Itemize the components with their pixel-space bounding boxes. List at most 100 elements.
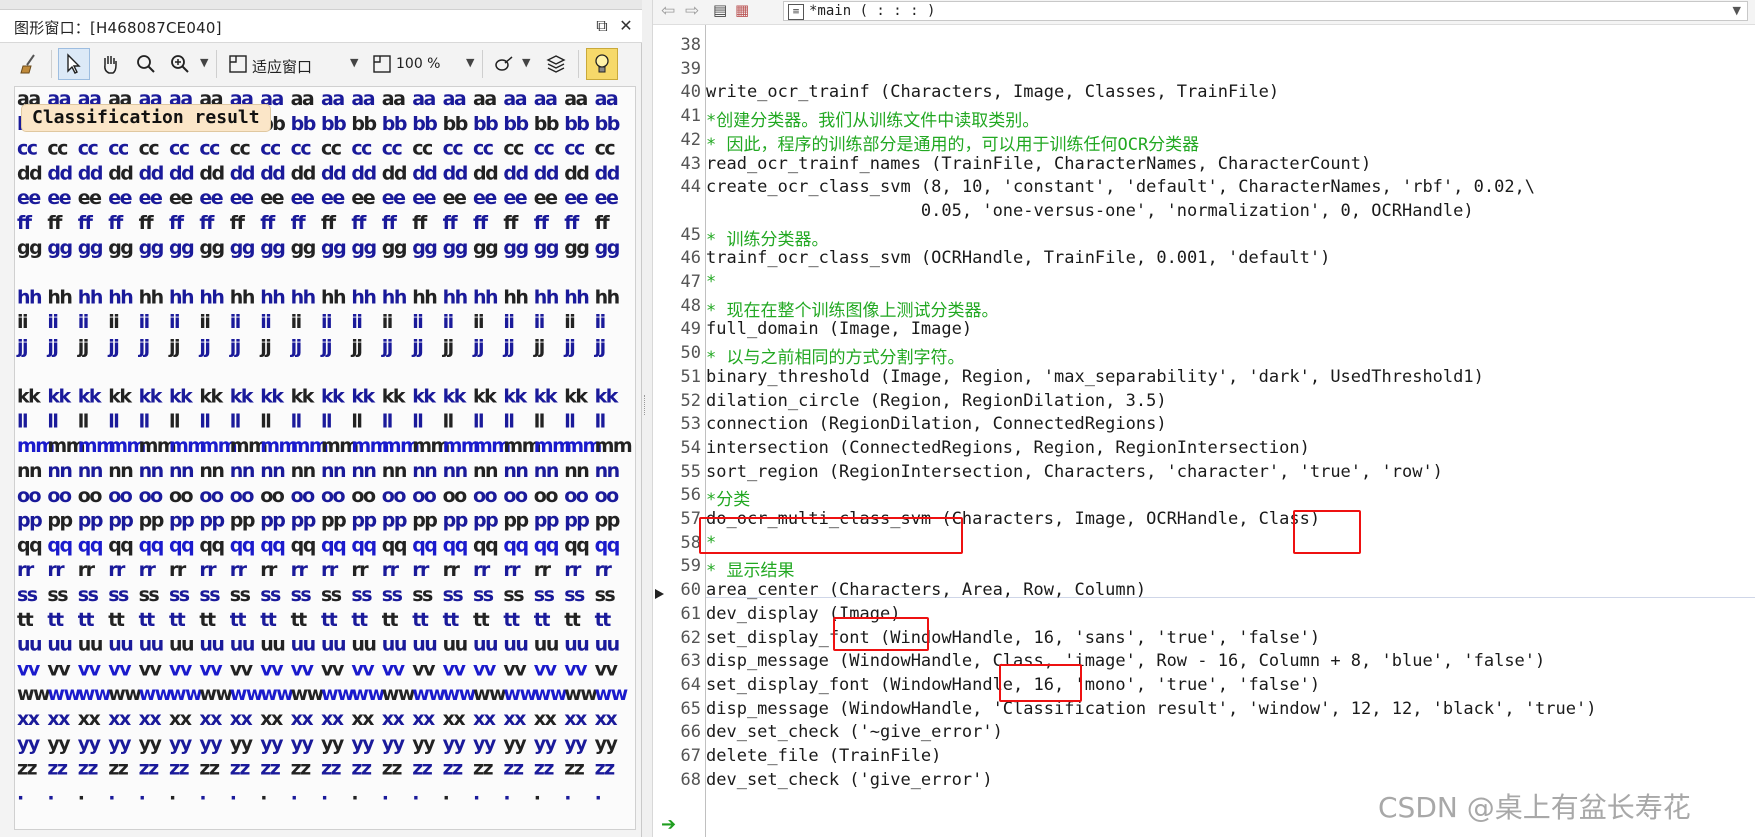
line-number[interactable]: 57: [653, 509, 701, 529]
ocr-glyph: pp: [595, 510, 620, 532]
line-number[interactable]: 59: [653, 556, 701, 576]
code-comment[interactable]: * 显示结果: [706, 556, 794, 581]
code-comment[interactable]: * 训练分类器。: [706, 225, 828, 250]
zoom-percent-icon[interactable]: [366, 48, 398, 80]
code-line[interactable]: read_ocr_trainf_names (TrainFile, Charac…: [706, 154, 1371, 174]
line-number[interactable]: 46: [653, 248, 701, 268]
back-arrow-icon[interactable]: ⇦: [661, 1, 675, 21]
line-number[interactable]: 66: [653, 722, 701, 742]
ocr-glyph: ii: [503, 311, 513, 333]
code-comment[interactable]: *: [706, 272, 716, 292]
line-number[interactable]: 68: [653, 770, 701, 790]
fit-window-label[interactable]: 适应窗口: [252, 56, 312, 77]
ocr-glyph: nn: [321, 460, 346, 482]
close-icon[interactable]: ✕: [616, 16, 636, 36]
fit-dropdown-arrow-icon[interactable]: ▼: [350, 56, 358, 69]
code-comment[interactable]: *分类: [706, 485, 750, 510]
code-line[interactable]: dev_set_check ('~give_error'): [706, 722, 1003, 742]
pane-splitter[interactable]: [642, 0, 653, 837]
code-line[interactable]: intersection (ConnectedRegions, Region, …: [706, 438, 1310, 458]
zoom-dropdown-arrow-icon[interactable]: ▼: [200, 56, 208, 69]
ocr-glyph: .: [382, 782, 388, 804]
ocr-glyph: vv: [443, 658, 467, 680]
zoom-in-icon[interactable]: [164, 48, 196, 80]
code-line[interactable]: 0.05, 'one-versus-one', 'normalization',…: [706, 201, 1474, 221]
line-number[interactable]: 61: [653, 604, 701, 624]
undock-icon[interactable]: ⧉: [592, 16, 612, 36]
code-line[interactable]: binary_threshold (Image, Region, 'max_se…: [706, 367, 1484, 387]
code-line[interactable]: trainf_ocr_class_svm (OCRHandle, TrainFi…: [706, 248, 1330, 268]
procedure-list-icon[interactable]: ▤: [713, 1, 727, 19]
line-number[interactable]: 40: [653, 82, 701, 102]
ocr-glyph: jj: [350, 336, 361, 358]
procedure-select[interactable]: ≡ *main ( : : : ) ▼: [783, 1, 1748, 21]
code-comment[interactable]: * 因此，程序的训练部分是通用的，可以用于训练任何OCR分类器: [706, 130, 1199, 155]
lightbulb-icon[interactable]: [586, 48, 618, 80]
fit-window-icon[interactable]: [222, 48, 254, 80]
line-number[interactable]: 41: [653, 106, 701, 126]
code-comment[interactable]: * 现在在整个训练图像上测试分类器。: [706, 296, 998, 321]
code-line[interactable]: create_ocr_class_svm (8, 10, 'constant',…: [706, 177, 1535, 197]
line-number[interactable]: 51: [653, 367, 701, 387]
line-number[interactable]: 47: [653, 272, 701, 292]
graphics-window-titlebar[interactable]: 图形窗口：[H468087CE040] ⧉ ✕: [0, 10, 642, 43]
line-number[interactable]: 45: [653, 225, 701, 245]
line-number[interactable]: 60: [653, 580, 701, 600]
clear-window-icon[interactable]: [14, 48, 46, 80]
ocr-glyph: zz: [321, 758, 342, 780]
forward-arrow-icon[interactable]: ⇨: [685, 1, 699, 21]
ocr-glyph: aa: [351, 88, 374, 110]
code-line[interactable]: area_center (Characters, Area, Row, Colu…: [706, 580, 1146, 600]
zoom-value[interactable]: 100 %: [396, 56, 440, 72]
line-number[interactable]: 56: [653, 485, 701, 505]
code-comment[interactable]: *创建分类器。我们从训练文件中读取类别。: [706, 106, 1039, 131]
hand-pan-icon[interactable]: [94, 48, 126, 80]
line-number[interactable]: 62: [653, 628, 701, 648]
splitter-grip[interactable]: [644, 395, 649, 415]
line-number[interactable]: 44: [653, 177, 701, 197]
code-line[interactable]: write_ocr_trainf (Characters, Image, Cla…: [706, 82, 1279, 102]
line-number[interactable]: 54: [653, 438, 701, 458]
pointer-icon[interactable]: [58, 48, 90, 80]
draw-shape-icon[interactable]: [488, 48, 520, 80]
zoom-value-dropdown-arrow-icon[interactable]: ▼: [466, 56, 474, 69]
magnifier-icon[interactable]: [130, 48, 162, 80]
code-line[interactable]: dev_set_check ('give_error'): [706, 770, 993, 790]
code-comment[interactable]: * 以与之前相同的方式分割字符。: [706, 343, 964, 368]
line-number[interactable]: 48: [653, 296, 701, 316]
code-line[interactable]: delete_file (TrainFile): [706, 746, 941, 766]
line-number[interactable]: 65: [653, 699, 701, 719]
layers-icon[interactable]: [540, 48, 572, 80]
code-line[interactable]: full_domain (Image, Image): [706, 319, 972, 339]
line-number[interactable]: 58: [653, 533, 701, 553]
line-number[interactable]: 43: [653, 154, 701, 174]
ocr-glyph: ff: [443, 212, 459, 234]
line-number[interactable]: 50: [653, 343, 701, 363]
ocr-glyph: cc: [534, 138, 554, 160]
code-line[interactable]: set_display_font (WindowHandle, 16, 'san…: [706, 628, 1320, 648]
code-line[interactable]: connection (RegionDilation, ConnectedReg…: [706, 414, 1167, 434]
image-canvas[interactable]: aa aa aa aa aa aa aa aa aa aa aa aa aa aa aa aa aa aa aa aa…: [14, 86, 636, 830]
procedure-grid-icon[interactable]: ▦: [735, 1, 749, 19]
line-number[interactable]: 53: [653, 414, 701, 434]
procedure-dropdown-arrow-icon[interactable]: ▼: [1733, 4, 1741, 17]
draw-dropdown-arrow-icon[interactable]: ▼: [522, 56, 530, 69]
ocr-glyph: xx: [78, 708, 101, 730]
ocr-glyph: hh: [47, 286, 72, 308]
code-line[interactable]: dilation_circle (Region, RegionDilation,…: [706, 391, 1167, 411]
ocr-glyph: ss: [321, 584, 342, 606]
line-number[interactable]: 38: [653, 35, 701, 55]
ocr-glyph: .: [473, 782, 479, 804]
ocr-glyph: yy: [47, 733, 71, 755]
code-line[interactable]: disp_message (WindowHandle, 'Classificat…: [706, 699, 1596, 719]
line-number[interactable]: 63: [653, 651, 701, 671]
line-number[interactable]: 42: [653, 130, 701, 150]
code-line[interactable]: disp_message (WindowHandle, Class, 'imag…: [706, 651, 1545, 671]
line-number[interactable]: 67: [653, 746, 701, 766]
code-line[interactable]: sort_region (RegionIntersection, Charact…: [706, 462, 1443, 482]
line-number[interactable]: 39: [653, 59, 701, 79]
line-number[interactable]: 49: [653, 319, 701, 339]
line-number[interactable]: 64: [653, 675, 701, 695]
line-number[interactable]: 52: [653, 391, 701, 411]
line-number[interactable]: 55: [653, 462, 701, 482]
